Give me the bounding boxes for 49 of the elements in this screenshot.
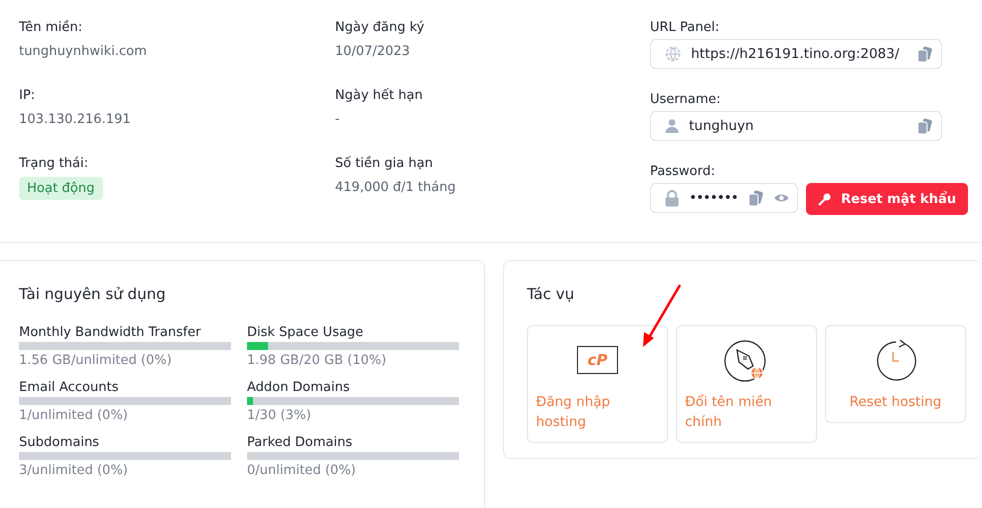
field-value: - <box>335 112 340 127</box>
field-label: Tên miền: <box>19 20 82 35</box>
status-badge: Hoạt động <box>19 177 103 200</box>
section-title: Tài nguyên sử dụng <box>19 285 167 303</box>
annotation-arrow <box>641 283 683 349</box>
globe-icon <box>665 46 681 62</box>
resource-name: Email Accounts <box>19 380 120 395</box>
field-value: 419,000 đ/1 tháng <box>335 180 456 195</box>
section-title: Tác vụ <box>527 285 576 303</box>
copy-icon[interactable] <box>917 118 933 134</box>
field-value: 103.130.216.191 <box>19 112 131 127</box>
eye-icon[interactable] <box>774 193 789 203</box>
task-tile[interactable]: cP Đăng nhập hosting <box>527 325 668 443</box>
field-label: Username: <box>650 92 722 107</box>
usage-reading: 1.98 GB/20 GB (10%) <box>247 353 388 368</box>
field-label: Số tiền gia hạn <box>335 156 433 171</box>
user-icon <box>665 118 679 134</box>
task-tile[interactable]: Reset hosting <box>825 325 966 423</box>
resource-name: Parked Domains <box>247 435 354 450</box>
lock-icon <box>665 190 679 206</box>
task-tile[interactable]: Đổi tên miền chính <box>676 325 817 443</box>
password-field[interactable]: ••••••• <box>650 183 798 213</box>
resource-name: Addon Domains <box>247 380 351 395</box>
url-field[interactable]: https://h216191.tino.org:2083/ <box>650 39 942 69</box>
cpanel-logo: cP <box>576 346 618 374</box>
field-label: Ngày hết hạn <box>335 88 423 103</box>
reset-password-button[interactable]: Reset mật khẩu <box>806 183 968 215</box>
username-field[interactable]: tunghuyn <box>650 111 942 141</box>
field-label: Ngày đăng ký <box>335 20 424 35</box>
field-value: https://h216191.tino.org:2083/ <box>691 46 900 62</box>
copy-icon[interactable] <box>748 190 764 206</box>
usage-reading: 1/unlimited (0%) <box>19 408 129 423</box>
field-label: IP: <box>19 88 36 103</box>
field-value: tunghuyn <box>689 118 755 134</box>
resource-name: Monthly Bandwidth Transfer <box>19 325 202 340</box>
field-label: URL Panel: <box>650 20 720 35</box>
resource-name: Subdomains <box>19 435 100 450</box>
usage-reading: 1.56 GB/unlimited (0%) <box>19 353 173 368</box>
key-icon <box>818 192 831 206</box>
field-value: 10/07/2023 <box>335 44 410 59</box>
usage-reading: 0/unlimited (0%) <box>247 463 357 478</box>
usage-reading: 1/30 (3%) <box>247 408 312 423</box>
field-label: Trạng thái: <box>19 156 88 171</box>
field-label: Password: <box>650 164 716 179</box>
copy-icon[interactable] <box>917 46 933 62</box>
resource-name: Disk Space Usage <box>247 325 364 340</box>
field-value: tunghuynhwiki.com <box>19 44 147 59</box>
field-value: ••••••• <box>689 190 738 206</box>
usage-reading: 3/unlimited (0%) <box>19 463 129 478</box>
